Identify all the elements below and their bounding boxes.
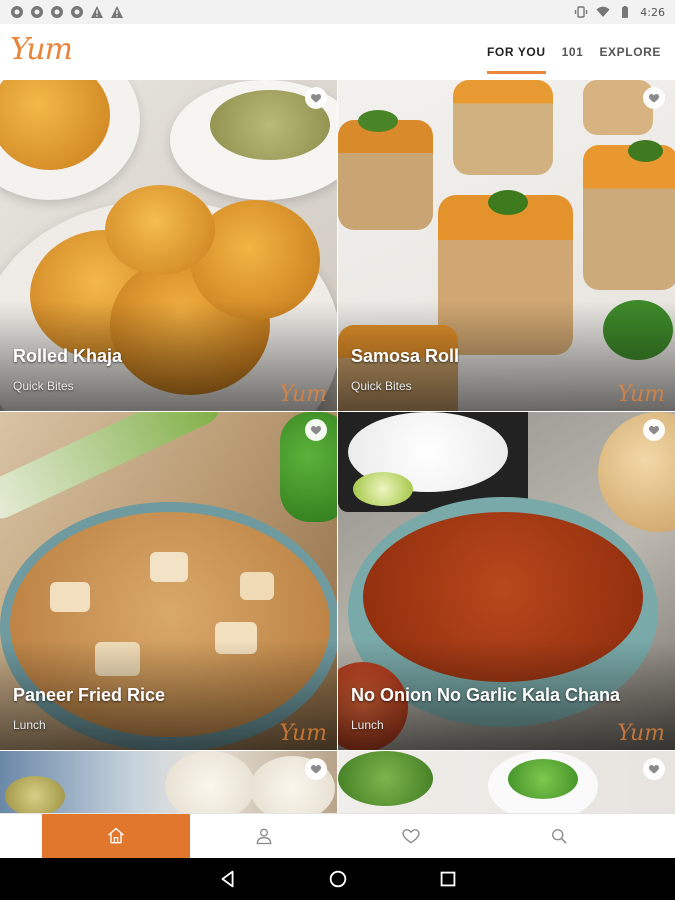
recipe-category: Lunch [13, 718, 46, 732]
favorite-button[interactable] [643, 419, 665, 441]
favorite-button[interactable] [643, 87, 665, 109]
chrome-notification-icon [11, 6, 23, 18]
recipe-category: Quick Bites [351, 379, 412, 393]
recipe-category: Quick Bites [13, 379, 74, 393]
heart-icon [648, 426, 660, 435]
top-tabs: FOR YOU 101 EXPLORE [486, 24, 661, 80]
warning-icon [111, 6, 123, 18]
recipe-card-rolled-khaja[interactable]: Rolled Khaja Quick Bites Yum [0, 80, 337, 411]
back-icon[interactable] [217, 868, 239, 890]
heart-icon [310, 94, 322, 103]
yum-watermark: Yum [279, 382, 327, 407]
nav-home[interactable] [42, 814, 190, 858]
yum-watermark: Yum [617, 721, 665, 746]
recents-icon[interactable] [437, 868, 459, 890]
nav-profile[interactable] [190, 814, 338, 858]
battery-icon [622, 6, 629, 18]
recipe-grid: Rolled Khaja Quick Bites Yum Samosa Roll… [0, 80, 675, 813]
app-root: 4:26 Yum FOR YOU 101 EXPLORE Rolled Khaj… [0, 0, 675, 900]
search-icon [552, 829, 567, 844]
recipe-card-kala-chana[interactable]: No Onion No Garlic Kala Chana Lunch Yum [338, 412, 675, 750]
app-logo[interactable]: Yum [10, 32, 73, 67]
wifi-icon [596, 6, 610, 17]
recipe-category: Lunch [351, 718, 384, 732]
nav-search[interactable] [485, 814, 633, 858]
recipe-card-partial[interactable] [338, 751, 675, 813]
tab-explore[interactable]: EXPLORE [599, 24, 661, 80]
recipe-title: Paneer Fried Rice [13, 685, 166, 705]
notification-icons [10, 5, 124, 19]
vibrate-icon [575, 6, 588, 18]
recipe-card-paneer-fried-rice[interactable]: Paneer Fried Rice Lunch Yum [0, 412, 337, 750]
recipe-card-samosa-roll[interactable]: Samosa Roll Quick Bites Yum [338, 80, 675, 411]
heart-icon [402, 829, 420, 844]
system-navigation-bar [0, 858, 675, 900]
recipe-image [0, 751, 337, 813]
chrome-notification-icon [51, 6, 63, 18]
chrome-notification-icon [31, 6, 43, 18]
recipe-card-partial[interactable] [0, 751, 337, 813]
tab-for-you[interactable]: FOR YOU [486, 24, 546, 80]
favorite-button[interactable] [305, 87, 327, 109]
favorite-button[interactable] [305, 419, 327, 441]
heart-icon [310, 426, 322, 435]
heart-icon [648, 765, 660, 774]
recipe-title: Samosa Roll [351, 346, 460, 366]
app-bar: Yum FOR YOU 101 EXPLORE [0, 24, 675, 80]
favorite-button[interactable] [305, 758, 327, 780]
favorite-button[interactable] [643, 758, 665, 780]
nav-favorites[interactable] [338, 814, 486, 858]
chrome-notification-icon [71, 6, 83, 18]
status-bar: 4:26 [0, 0, 675, 24]
recipe-title: No Onion No Garlic Kala Chana [351, 685, 621, 705]
warning-icon [91, 6, 103, 18]
home-icon [107, 827, 124, 844]
home-circle-icon[interactable] [327, 868, 349, 890]
heart-icon [648, 94, 660, 103]
recipe-title: Rolled Khaja [13, 346, 123, 366]
bottom-navigation [0, 813, 675, 858]
yum-watermark: Yum [279, 721, 327, 746]
yum-watermark: Yum [617, 382, 665, 407]
tab-101[interactable]: 101 [562, 24, 584, 80]
clock: 4:26 [640, 5, 665, 19]
recipe-image [338, 751, 675, 813]
heart-icon [310, 765, 322, 774]
system-icons: 4:26 [574, 5, 665, 19]
profile-icon [256, 828, 271, 845]
